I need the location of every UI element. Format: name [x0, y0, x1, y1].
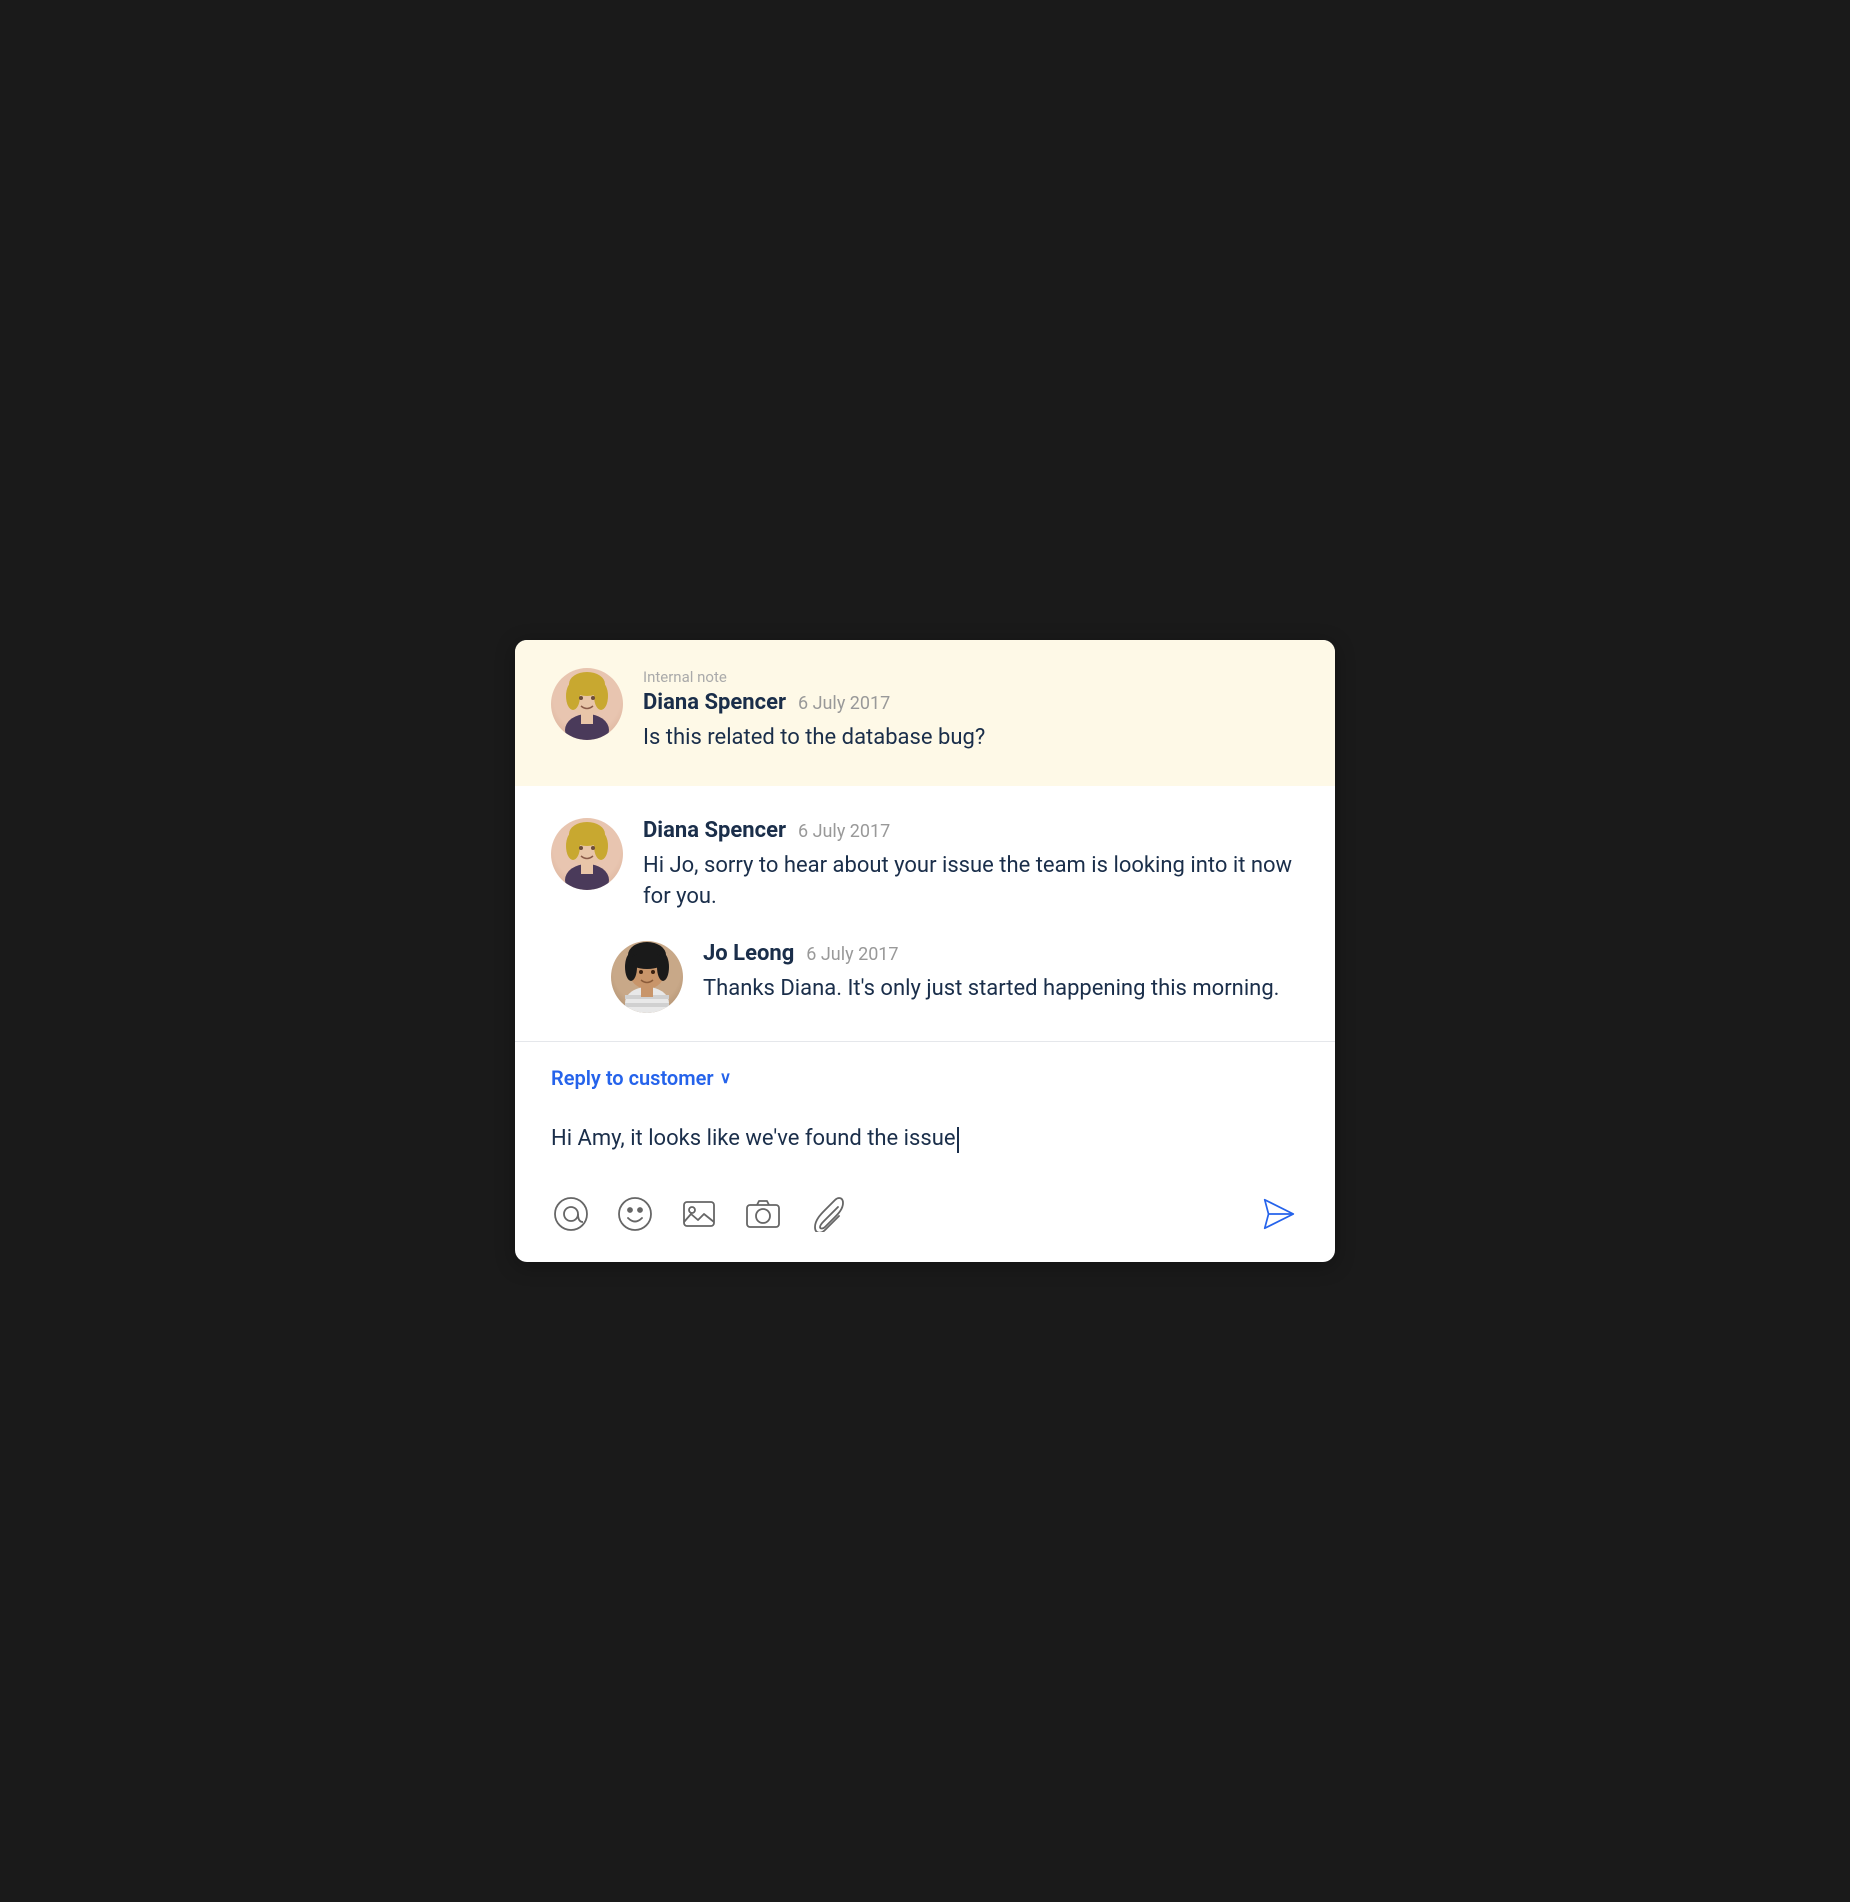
internal-note-text: Is this related to the database bug? — [643, 723, 1299, 754]
reply-input-text: Hi Amy, it looks like we've found the is… — [551, 1124, 956, 1155]
camera-button[interactable] — [743, 1194, 783, 1234]
internal-note-label: Internal note — [643, 668, 1299, 686]
message-diana-date: 6 July 2017 — [798, 821, 890, 842]
reply-to-customer-button[interactable]: Reply to customer ∨ — [551, 1066, 1299, 1090]
message-diana: Diana Spencer 6 July 2017 Hi Jo, sorry t… — [551, 818, 1299, 913]
message-jo-text: Thanks Diana. It's only just started hap… — [703, 974, 1299, 1005]
message-diana-text: Hi Jo, sorry to hear about your issue th… — [643, 851, 1299, 913]
send-button[interactable] — [1259, 1194, 1299, 1234]
reply-to-customer-label: Reply to customer — [551, 1066, 714, 1090]
internal-note-date: 6 July 2017 — [798, 693, 890, 714]
toolbar-left-icons — [551, 1194, 847, 1234]
message-jo-header: Jo Leong 6 July 2017 — [703, 941, 1299, 966]
message-jo: Jo Leong 6 July 2017 Thanks Diana. It's … — [611, 941, 1299, 1013]
internal-note-content: Internal note Diana Spencer 6 July 2017 … — [643, 668, 1299, 754]
message-diana-header: Diana Spencer 6 July 2017 — [643, 818, 1299, 843]
reply-toolbar — [551, 1194, 1299, 1234]
emoji-button[interactable] — [615, 1194, 655, 1234]
chevron-down-icon: ∨ — [720, 1068, 732, 1087]
image-button[interactable] — [679, 1194, 719, 1234]
at-mention-button[interactable] — [551, 1194, 591, 1234]
conversation-section: Diana Spencer 6 July 2017 Hi Jo, sorry t… — [515, 786, 1335, 1013]
avatar-jo-msg — [611, 941, 683, 1013]
internal-note-section: Internal note Diana Spencer 6 July 2017 … — [515, 640, 1335, 786]
reply-area: Reply to customer ∨ Hi Amy, it looks lik… — [515, 1042, 1335, 1262]
message-jo-sender: Jo Leong — [703, 941, 794, 966]
avatar-diana-note — [551, 668, 623, 740]
message-jo-date: 6 July 2017 — [806, 944, 898, 965]
text-cursor — [957, 1127, 959, 1153]
message-jo-content: Jo Leong 6 July 2017 Thanks Diana. It's … — [703, 941, 1299, 1005]
reply-input-field[interactable]: Hi Amy, it looks like we've found the is… — [551, 1110, 1299, 1170]
message-diana-sender: Diana Spencer — [643, 818, 786, 843]
message-diana-content: Diana Spencer 6 July 2017 Hi Jo, sorry t… — [643, 818, 1299, 913]
avatar-diana-msg — [551, 818, 623, 890]
internal-note-header: Diana Spencer 6 July 2017 — [643, 690, 1299, 715]
main-card: Internal note Diana Spencer 6 July 2017 … — [515, 640, 1335, 1261]
internal-note-sender: Diana Spencer — [643, 690, 786, 715]
attachment-button[interactable] — [807, 1194, 847, 1234]
